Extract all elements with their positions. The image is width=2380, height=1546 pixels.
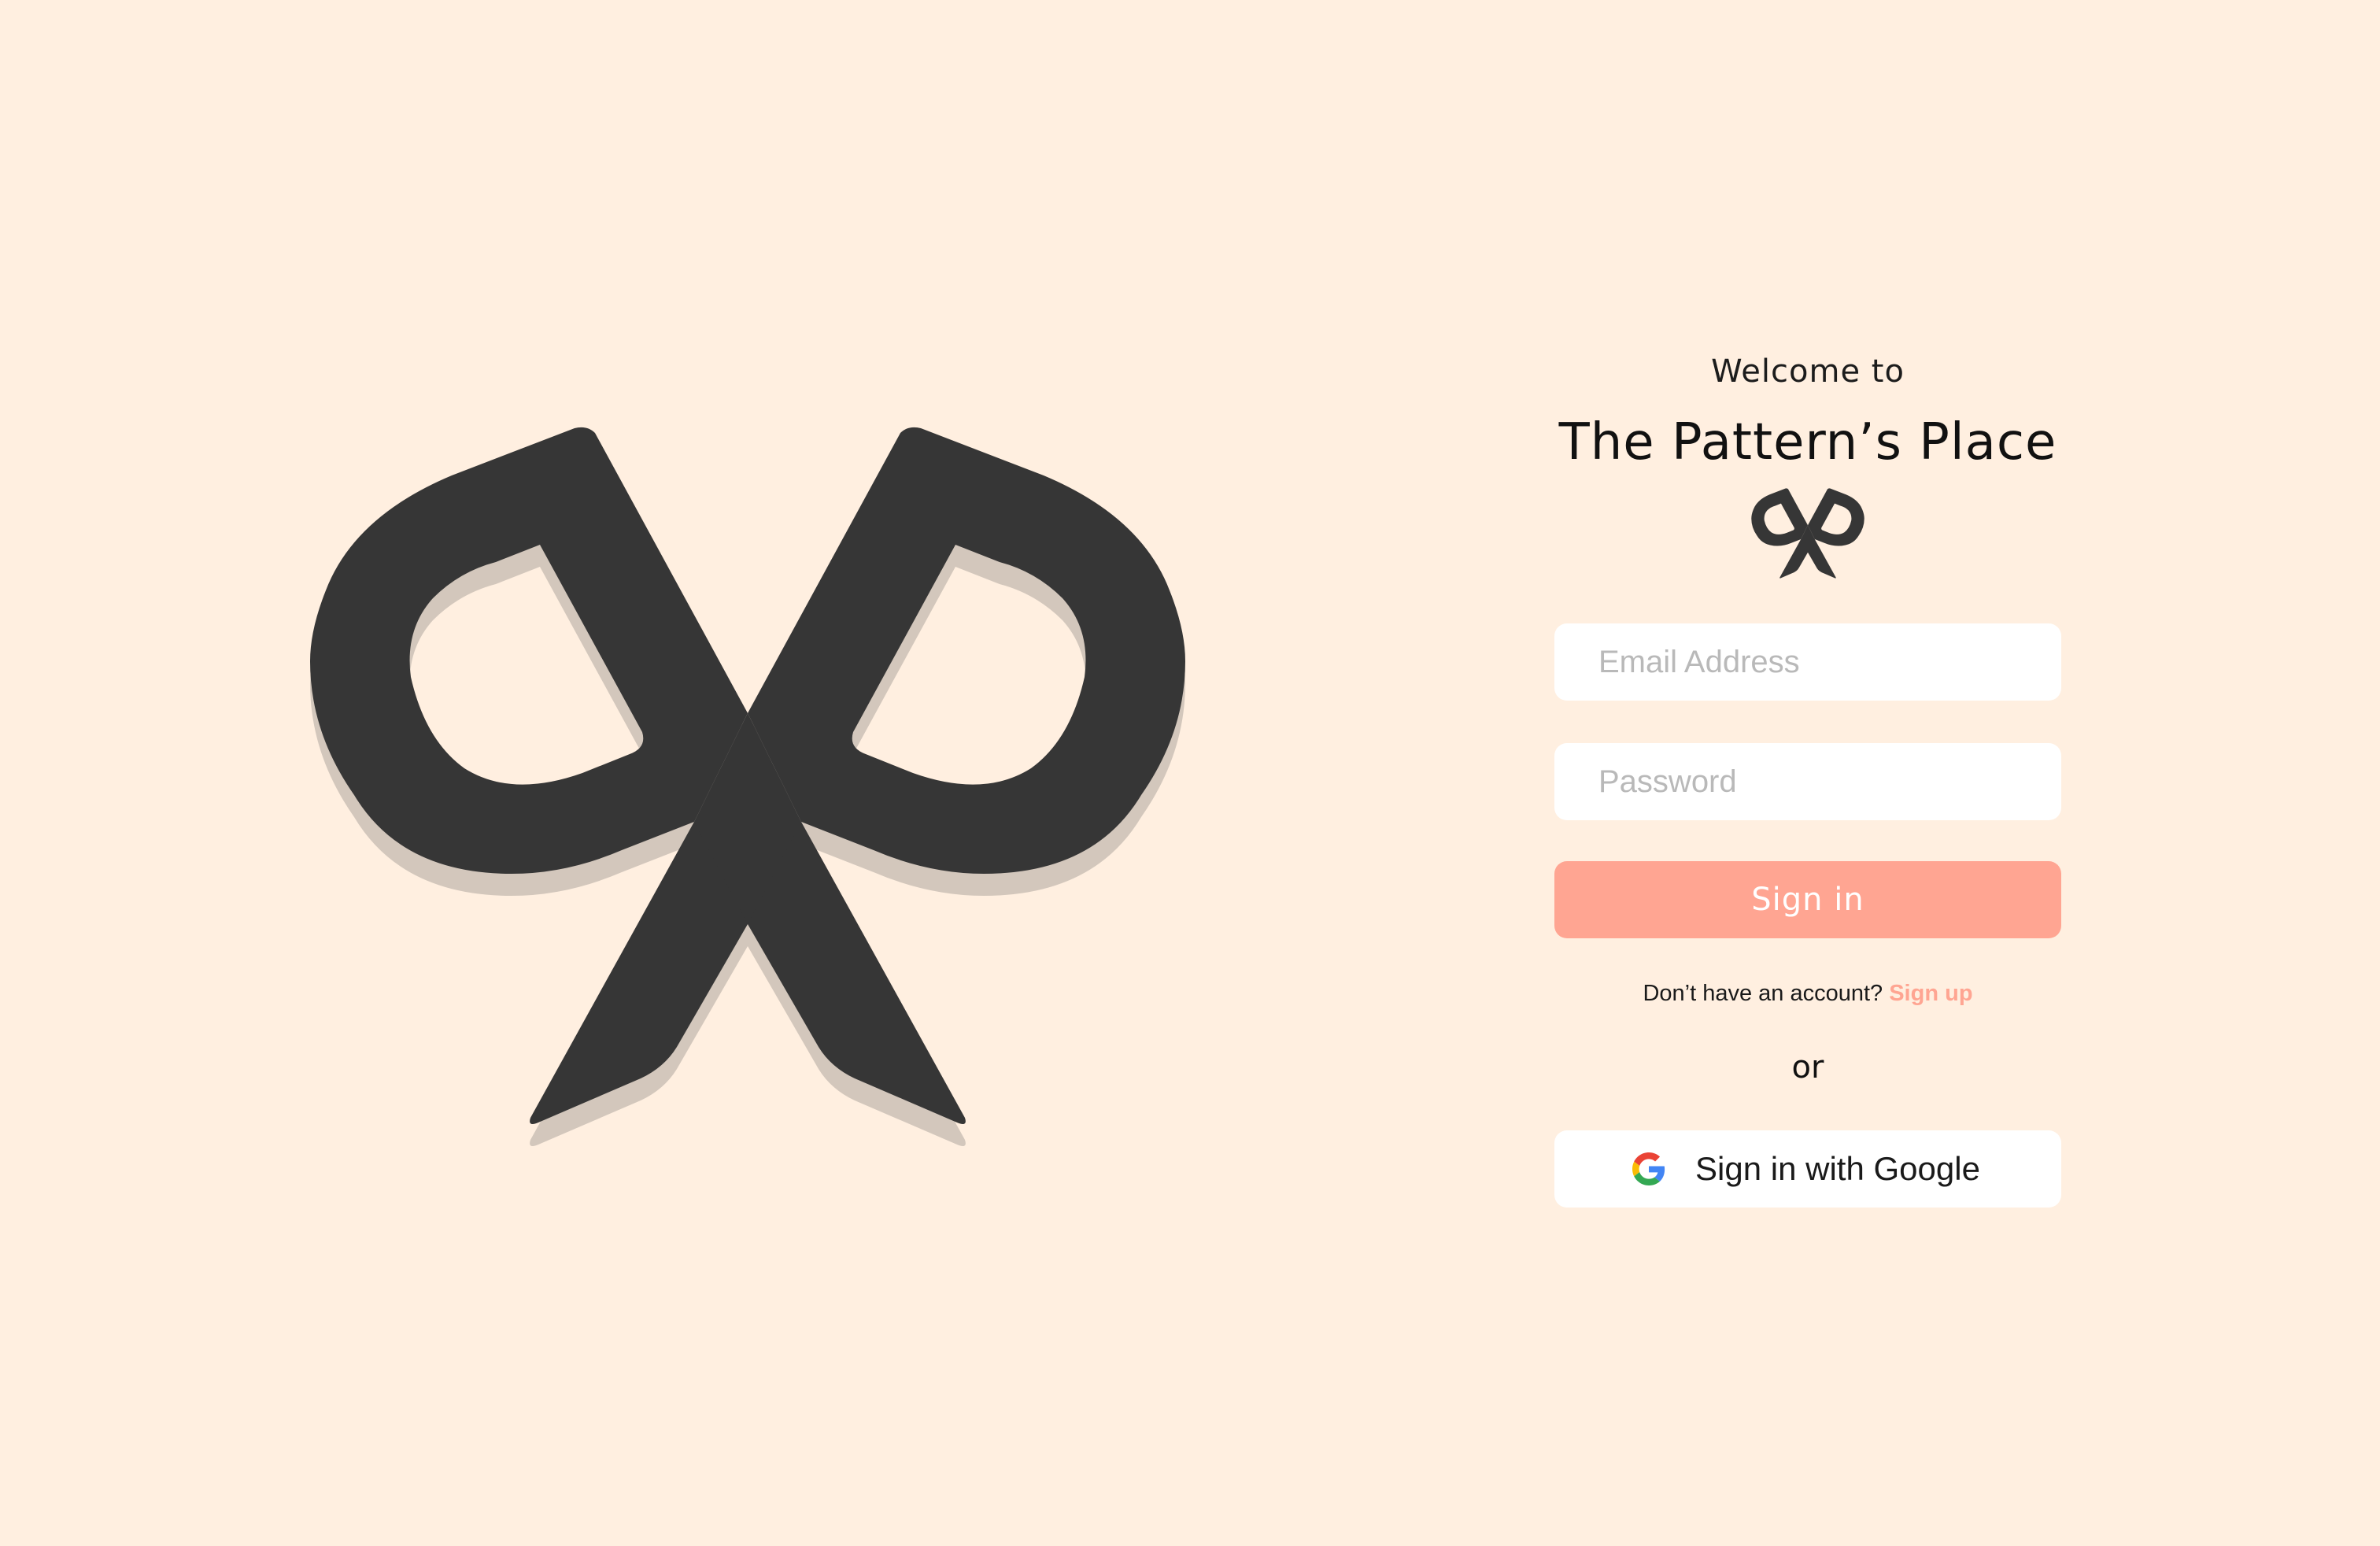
email-field[interactable] xyxy=(1554,623,2061,701)
google-sign-in-button[interactable]: Sign in with Google xyxy=(1554,1130,2061,1208)
google-sign-in-label: Sign in with Google xyxy=(1695,1150,1980,1187)
sign-up-link[interactable]: Sign up xyxy=(1889,981,1972,1006)
hero-scissors-logo xyxy=(307,425,1188,1157)
scissors-icon xyxy=(310,427,1185,1146)
sign-in-button[interactable]: Sign in xyxy=(1554,861,2061,938)
login-panel: Welcome to The Pattern’s Place Sign in D… xyxy=(1554,331,2061,1208)
google-icon xyxy=(1632,1152,1665,1185)
brand-logo xyxy=(1750,488,1866,583)
scissors-icon xyxy=(1751,488,1864,579)
signup-prompt-text: Don’t have an account? xyxy=(1643,981,1883,1006)
password-field[interactable] xyxy=(1554,743,2061,820)
app-title: The Pattern’s Place xyxy=(1558,413,2057,472)
signup-prompt: Don’t have an account? Sign up xyxy=(1554,978,2061,1009)
welcome-text: Welcome to xyxy=(1711,353,1905,390)
or-divider: or xyxy=(1791,1049,1824,1086)
